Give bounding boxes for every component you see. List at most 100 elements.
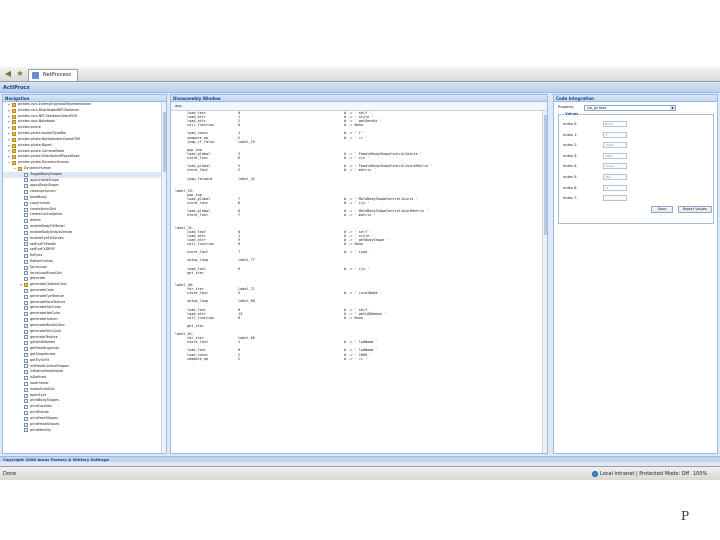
folder-icon: [18, 166, 22, 171]
property-label: Property:: [558, 105, 575, 109]
file-icon: [24, 224, 28, 229]
reject-values-button[interactable]: Reject Values: [678, 206, 712, 213]
leaf-spacer: [19, 208, 23, 212]
leaf-spacer: [19, 382, 23, 386]
folder-icon: [12, 155, 16, 160]
leaf-spacer: [19, 359, 23, 363]
file-icon: [24, 259, 28, 264]
folder-icon: [12, 120, 16, 125]
file-icon: [24, 323, 28, 328]
leaf-spacer: [19, 423, 23, 427]
values-legend: Values: [564, 112, 580, 116]
folder-icon: [24, 283, 28, 288]
index-value-field[interactable]: -1: [603, 184, 627, 191]
leaf-spacer: [19, 411, 23, 415]
tab-title: NetProcesx: [43, 72, 72, 78]
file-icon: [24, 416, 28, 421]
leaf-spacer: [19, 428, 23, 432]
folder-icon: [12, 137, 16, 142]
leaf-spacer: [19, 405, 23, 409]
leaf-spacer: [19, 260, 23, 264]
index-value-field[interactable]: [603, 195, 627, 202]
file-icon: [24, 190, 28, 195]
leaf-spacer: [19, 248, 23, 252]
zoom-level[interactable]: 100%: [693, 467, 707, 480]
expand-icon[interactable]: +: [7, 132, 11, 136]
security-zone: Local intranet | Protected Mode: Off: [592, 467, 689, 480]
expand-icon[interactable]: +: [7, 126, 11, 130]
file-icon: [24, 195, 28, 200]
tree-item-label: printIdentity: [30, 427, 51, 432]
leaf-spacer: [19, 254, 23, 258]
disassembly-title: Disassembly Window: [171, 95, 547, 102]
index-label: Index 2:: [563, 143, 578, 148]
collapse-icon[interactable]: −: [13, 167, 17, 171]
expand-icon[interactable]: +: [7, 138, 11, 142]
scroll-thumb[interactable]: [544, 115, 547, 235]
expand-icon[interactable]: +: [7, 115, 11, 119]
folder-icon: [12, 143, 16, 148]
disassembly-panel: Disassembly Window apx load_fast 0 # -> ' …: [170, 94, 548, 454]
expand-icon[interactable]: +: [7, 109, 11, 113]
index-value-field[interactable]: 'f': [603, 131, 627, 138]
code-integration-panel: Code Integration Property: zip_pirates ▼…: [553, 94, 718, 454]
file-icon: [24, 201, 28, 206]
leaf-spacer: [19, 353, 23, 357]
index-value-field[interactable]: 'fate': [603, 152, 627, 159]
scroll-thumb[interactable]: [163, 112, 166, 172]
chevron-down-icon[interactable]: ▼: [670, 106, 675, 110]
expand-icon[interactable]: +: [7, 103, 11, 107]
file-icon: [24, 381, 28, 386]
index-label: Index 5:: [563, 175, 578, 179]
file-icon: [24, 399, 28, 404]
folder-icon: [12, 114, 16, 119]
expand-icon[interactable]: +: [19, 283, 23, 287]
leaf-spacer: [19, 394, 23, 398]
file-icon: [24, 422, 28, 427]
leaf-spacer: [19, 242, 23, 246]
browser-tab[interactable]: NetProcesx: [28, 69, 79, 81]
file-icon: [24, 358, 28, 363]
expand-icon[interactable]: +: [7, 144, 11, 148]
leaf-spacer: [19, 341, 23, 345]
file-icon: [24, 341, 28, 346]
leaf-spacer: [19, 225, 23, 229]
expand-icon[interactable]: +: [7, 120, 11, 124]
file-icon: [24, 288, 28, 293]
code-argument: 2: [238, 356, 241, 361]
index-value-field[interactable]: None: [603, 121, 627, 127]
index-label: Index 7:: [563, 196, 578, 201]
disassembly-subheader: apx: [171, 102, 547, 111]
navigation-scrollbar[interactable]: [161, 102, 166, 453]
leaf-spacer: [19, 301, 23, 305]
leaf-spacer: [19, 219, 23, 223]
property-value: zip_pirates: [587, 106, 607, 110]
back-arrow-icon[interactable]: ◀: [3, 69, 13, 79]
index-value-field[interactable]: 'male': [603, 142, 627, 149]
zone-text: Local intranet | Protected Mode: Off: [600, 471, 690, 477]
file-icon: [24, 376, 28, 381]
file-icon: [24, 317, 28, 322]
leaf-spacer: [19, 277, 23, 281]
save-button[interactable]: Save: [651, 206, 673, 213]
collapse-icon[interactable]: −: [7, 161, 11, 165]
leaf-spacer: [19, 306, 23, 310]
favorites-star-icon[interactable]: ★: [15, 69, 25, 79]
index-value-field[interactable]: 'ibe': [603, 174, 627, 180]
file-icon: [24, 370, 28, 375]
property-select[interactable]: zip_pirates ▼: [584, 105, 676, 111]
leaf-spacer: [19, 237, 23, 241]
index-label: Index 3:: [563, 153, 578, 158]
expand-icon[interactable]: +: [7, 149, 11, 153]
tree-item[interactable]: printIdentity: [3, 428, 166, 434]
disassembly-scrollbar[interactable]: [542, 111, 547, 453]
file-icon: [24, 428, 28, 433]
code-opcode: compare_op: [187, 356, 209, 361]
file-icon: [24, 335, 28, 340]
file-icon: [24, 254, 28, 259]
folder-icon: [12, 102, 16, 107]
file-icon: [24, 242, 28, 247]
index-label: Index 4:: [563, 164, 578, 169]
expand-icon[interactable]: +: [7, 155, 11, 159]
index-value-field[interactable]: 'lower': [603, 163, 627, 170]
